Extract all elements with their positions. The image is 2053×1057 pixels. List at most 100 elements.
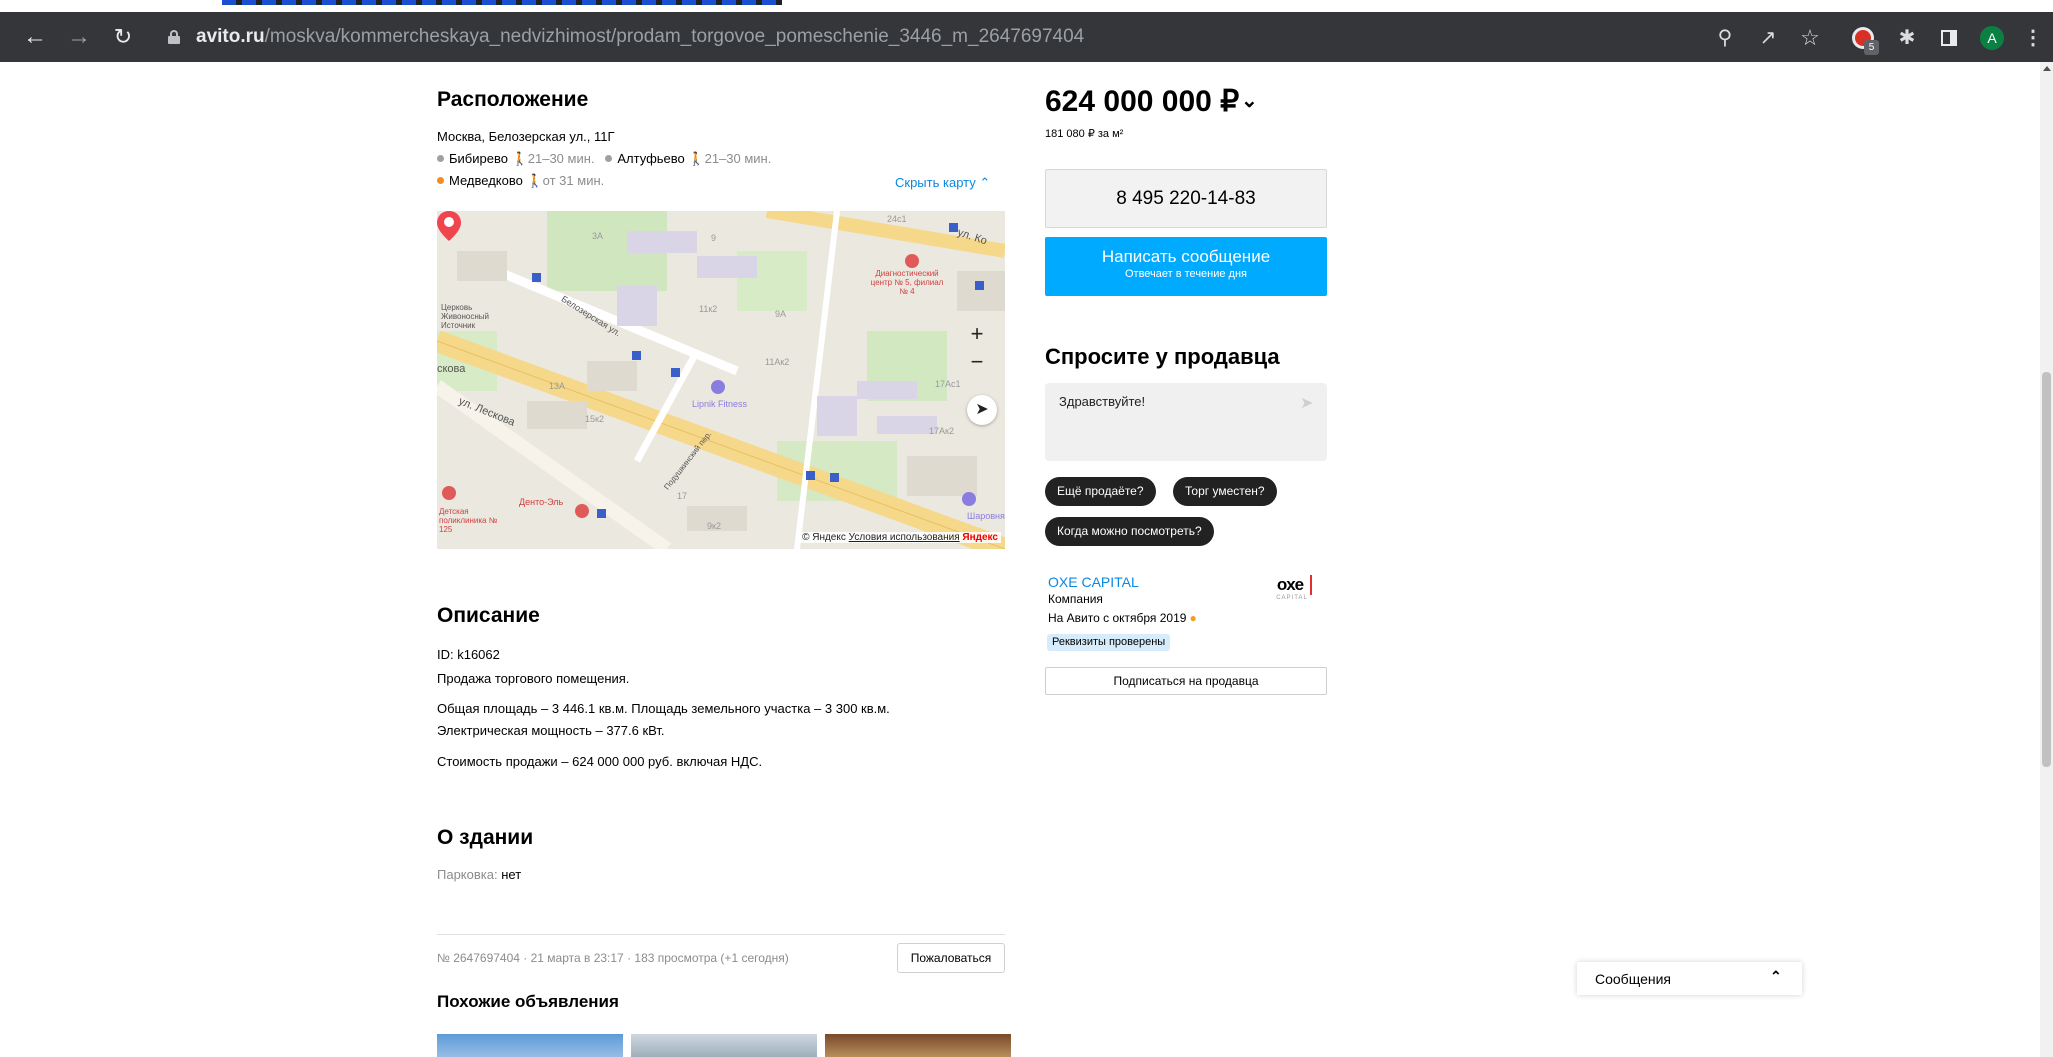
description-id: ID: k16062 [437,647,500,662]
phone-button[interactable]: 8 495 220-14-83 [1045,169,1327,228]
parking-value: нет [501,867,522,882]
seller-type: Компания [1048,592,1103,606]
walk-icon: 🚶 [688,151,705,166]
address: Москва, Белозерская ул., 11Г [437,129,615,144]
profile-avatar[interactable]: A [1980,26,2004,50]
scroll-up-arrow-icon[interactable] [2043,66,2051,71]
verified-badge: Реквизиты проверены [1047,634,1171,651]
yandex-logo[interactable]: Яндекс [962,532,998,543]
send-icon[interactable]: ➤ [1300,393,1313,413]
map-label: 24с1 [887,214,907,224]
map-terms-link[interactable]: Условия использования [849,532,960,543]
address-bar[interactable]: avito.ru/moskva/kommercheskaya_nedvizhim… [196,26,1084,48]
metro-dot [437,155,444,162]
seller-logo-sub: CAPITAL [1276,595,1308,601]
quick-question-chip[interactable]: Когда можно посмотреть? [1045,517,1214,546]
response-time-label: Отвечает в течение дня [1124,268,1248,280]
map-label: 9к2 [707,521,721,531]
map-label: Детская поликлиника № 125 [439,507,498,534]
quick-question-chip[interactable]: Торг уместен? [1173,477,1277,506]
parking-row: Парковка: нет [437,867,521,882]
metro-station: Алтуфьево [617,151,685,166]
ask-seller-title: Спросите у продавца [1045,344,1280,369]
map-label: 11Ак2 [765,357,790,367]
medal-icon: ● [1189,611,1197,625]
parking-label: Парковка: [437,867,498,882]
write-message-label: Написать сообщение [1101,247,1271,266]
metro-row: Бибирево 🚶21–30 мин. Алтуфьево 🚶21–30 ми… [437,151,771,167]
seller-since-text: На Авито с октября 2019 [1048,611,1187,625]
price-per-meter: 181 080 ₽ за м² [1045,128,1124,140]
share-icon[interactable]: ↗ [1755,25,1781,51]
metro-time: 21–30 мин. [704,151,772,166]
map-label: скова [437,363,466,375]
description-title: Описание [437,604,540,627]
chevron-up-icon: ⌃ [979,175,991,190]
seller-name-link[interactable]: OXE CAPITAL [1048,574,1139,590]
locate-icon[interactable]: ➤ [967,395,997,425]
hide-map-label: Скрыть карту [895,175,976,190]
map-label: 17Ас1 [935,379,961,389]
metro-dot [437,177,444,184]
similar-ad-image[interactable] [825,1034,1011,1057]
scrollbar-thumb[interactable] [2042,372,2051,767]
scrollbar[interactable] [2040,62,2053,1057]
metro-station: Бибирево [449,151,508,166]
zoom-icon[interactable]: ⚲ [1712,25,1738,51]
zoom-in-button[interactable]: + [964,321,990,347]
tab-strip-artifact [222,0,782,5]
metro-time: от 31 мин. [542,173,605,188]
description-line: Продажа торгового помещения. [437,671,630,686]
map-label: 13А [549,381,566,391]
map-label: 17Ак2 [929,426,954,436]
ask-seller-input[interactable]: Здравствуйте! ➤ [1045,383,1327,461]
write-message-button[interactable]: Написать сообщение Отвечает в течение дн… [1045,237,1327,296]
metro-station: Медведково [449,173,523,188]
map-copyright: © Яндекс [802,532,846,543]
map-label: 9 [711,233,717,243]
page-content: Расположение Москва, Белозерская ул., 11… [0,62,2040,1057]
metro-dot [605,155,613,162]
lock-icon[interactable] [168,30,180,44]
chevron-up-icon[interactable]: ⌃ [1770,968,1782,985]
description-line: Общая площадь – 3 446.1 кв.м. Площадь зе… [437,701,890,716]
price: 624 000 000 ₽ [1045,85,1240,118]
reload-icon[interactable]: ↻ [110,24,136,50]
seller-logo[interactable]: oxe CAPITAL [1272,575,1312,611]
messenger-widget[interactable]: Сообщения ⌃ [1577,962,1802,995]
hide-map-link[interactable]: Скрыть карту ⌃ [895,175,990,191]
url-path: /moskva/kommercheskaya_nedvizhimost/prod… [264,26,1085,47]
map-credit: © Яндекс Условия использования Яндекс [799,532,1001,543]
ask-input-value: Здравствуйте! [1059,394,1146,409]
similar-ad-image[interactable] [437,1034,623,1057]
side-panel-icon[interactable] [1936,25,1962,51]
quick-question-chip[interactable]: Ещё продаёте? [1045,477,1156,506]
map-label: Денто-Эль [519,497,564,507]
chevron-down-icon[interactable]: ⌄ [1241,88,1258,113]
seller-since: На Авито с октября 2019 ● [1048,611,1197,625]
map[interactable]: ул. Ко Диагностический центр № 5, филиал… [437,211,1005,549]
metro-time: 21–30 мин. [527,151,595,166]
map-label: Шаровня [967,511,1005,521]
subscribe-button[interactable]: Подписаться на продавца [1045,667,1327,695]
browser-chrome: ← → ↻ avito.ru/moskva/kommercheskaya_ned… [0,0,2053,62]
map-label: Диагностический центр № 5, филиал № 4 [870,269,944,296]
menu-icon[interactable]: ⋮ [2023,25,2043,51]
back-arrow-icon[interactable]: ← [22,24,48,50]
similar-ads-title: Похожие объявления [437,992,619,1011]
forward-arrow-icon[interactable]: → [66,24,92,50]
map-label: 9А [775,309,787,319]
building-title: О здании [437,826,534,849]
complain-button[interactable]: Пожаловаться [897,943,1005,973]
extension-badge: 5 [1864,40,1879,55]
star-icon[interactable]: ☆ [1797,25,1823,51]
puzzle-icon[interactable]: ✱ [1894,25,1920,51]
url-domain: avito.ru [196,26,265,47]
similar-ad-image[interactable] [631,1034,817,1057]
map-label: 17 [677,491,688,501]
location-title: Расположение [437,88,589,111]
walk-icon: 🚶 [526,173,543,188]
zoom-out-button[interactable]: − [964,349,990,375]
messenger-label: Сообщения [1595,971,1671,987]
ad-meta: № 2647697404 · 21 марта в 23:17 · 183 пр… [437,951,789,965]
